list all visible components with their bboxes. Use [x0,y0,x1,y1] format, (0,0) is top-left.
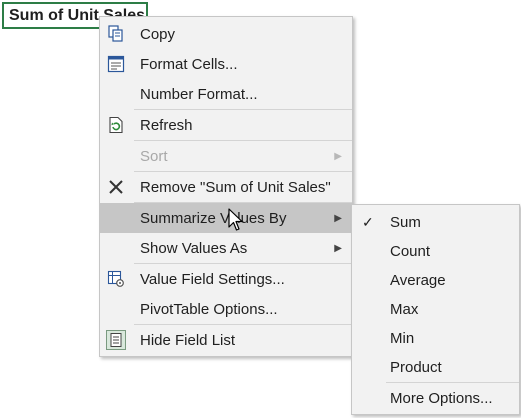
submenu-item-label: Sum [390,213,421,231]
submenu-item-label: More Options... [390,389,493,407]
menu-item-remove[interactable]: Remove "Sum of Unit Sales" [100,172,352,202]
refresh-icon [106,115,126,135]
submenu-item-label: Average [390,271,446,289]
mouse-pointer-icon [228,208,244,237]
summarize-submenu: ✓ Sum Count Average Max Min Product More… [351,204,520,415]
submenu-item-count[interactable]: Count [352,236,519,266]
submenu-item-max[interactable]: Max [352,294,519,324]
submenu-item-label: Min [390,329,415,347]
submenu-item-label: Max [390,300,419,318]
submenu-item-sum[interactable]: ✓ Sum [352,207,519,237]
menu-item-label: Summarize Values By [140,209,287,227]
menu-item-label: Copy [140,25,176,43]
submenu-item-label: Product [390,358,442,376]
submenu-item-min[interactable]: Min [352,323,519,353]
menu-item-copy[interactable]: Copy [100,19,352,49]
submenu-item-average[interactable]: Average [352,265,519,295]
remove-x-icon [106,177,126,197]
chevron-right-icon: ▶ [334,150,342,162]
menu-item-format-cells[interactable]: Format Cells... [100,49,352,79]
menu-item-label: Refresh [140,116,193,134]
menu-item-label: Hide Field List [140,331,236,349]
chevron-right-icon: ▶ [334,242,342,254]
menu-item-label: PivotTable Options... [140,300,278,318]
menu-item-hide-field-list[interactable]: Hide Field List [100,325,352,355]
menu-item-label: Format Cells... [140,55,238,73]
submenu-item-more-options[interactable]: More Options... [352,383,519,413]
field-settings-icon [106,269,126,289]
field-list-icon [106,330,126,350]
menu-item-sort[interactable]: Sort ▶ [100,141,352,171]
menu-item-label: Value Field Settings... [140,270,285,288]
menu-item-number-format[interactable]: Number Format... [100,79,352,109]
menu-item-show-values-as[interactable]: Show Values As ▶ [100,233,352,263]
menu-item-label: Number Format... [140,85,258,103]
format-cells-icon [106,54,126,74]
menu-item-value-field-settings[interactable]: Value Field Settings... [100,264,352,294]
context-menu: Copy Format Cells... Number Format... Re… [99,16,353,357]
submenu-item-label: Count [390,242,431,260]
submenu-item-product[interactable]: Product [352,352,519,382]
menu-item-label: Sort [140,147,168,165]
menu-item-refresh[interactable]: Refresh [100,110,352,140]
chevron-right-icon: ▶ [334,212,342,224]
menu-item-pivottable-options[interactable]: PivotTable Options... [100,294,352,324]
menu-item-label: Show Values As [140,239,248,257]
checkmark-icon: ✓ [362,213,374,230]
menu-item-summarize-values-by[interactable]: Summarize Values By ▶ [100,203,352,233]
menu-item-label: Remove "Sum of Unit Sales" [140,178,331,196]
copy-icon [106,24,126,44]
